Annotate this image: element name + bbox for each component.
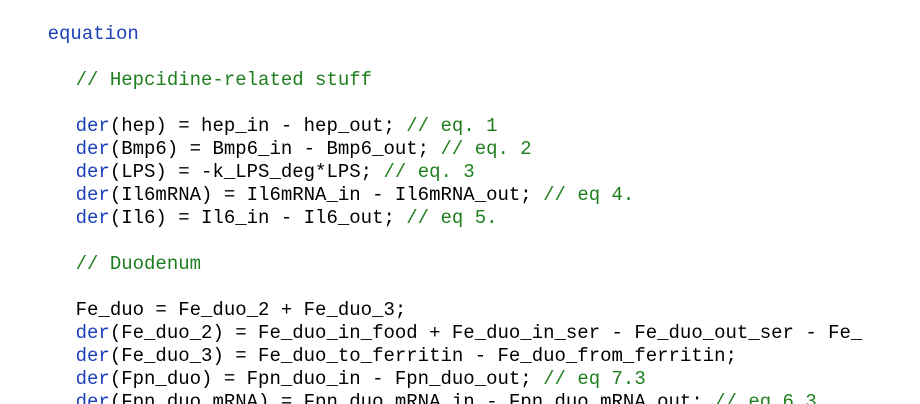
inline-comment: // eq 6.3 [714,391,817,404]
comment-hepcidine: // Hepcidine-related stuff [75,69,373,91]
code-text: (Fpn_duo_mRNA) = Fpn_duo_mRNA_in - Fpn_d… [109,391,715,404]
code-line-equation: equation [2,0,139,45]
inline-comment: // eq 5. [406,207,498,229]
code-line: der(Fe_duo_3) = Fe_duo_to_ferritin - Fe_… [30,322,737,367]
code-line: der(Il6mRNA) = Il6mRNA_in - Il6mRNA_out;… [30,161,635,206]
code-line: der(Fe_duo_2) = Fe_duo_in_food + Fe_duo_… [30,299,863,344]
code-line: der(LPS) = -k_LPS_deg*LPS; // eq. 3 [30,138,475,183]
keyword-equation: equation [47,23,139,45]
code-line: der(Fpn_duo) = Fpn_duo_in - Fpn_duo_out;… [30,345,646,390]
code-editor[interactable]: equation // Hepcidine-related stuff der(… [0,0,920,404]
code-line: der(Bmp6) = Bmp6_in - Bmp6_out; // eq. 2 [30,115,532,160]
comment-duodenum: // Duodenum [75,253,202,275]
code-line: der(Fpn_duo_mRNA) = Fpn_duo_mRNA_in - Fp… [30,368,817,404]
code-text: (Il6) = Il6_in - Il6_out; [109,207,407,229]
code-line: der(Il6) = Il6_in - Il6_out; // eq 5. [30,184,498,229]
code-line: der(hep) = hep_in - hep_out; // eq. 1 [30,92,498,137]
code-line-comment-duodenum: // Duodenum [30,230,201,275]
function-der: der [75,391,110,404]
inline-comment: // eq 4. [543,184,635,206]
code-line: Fe_duo = Fe_duo_2 + Fe_duo_3; [30,276,407,321]
code-line-comment-hepcidine: // Hepcidine-related stuff [30,46,372,91]
function-der: der [75,207,110,229]
